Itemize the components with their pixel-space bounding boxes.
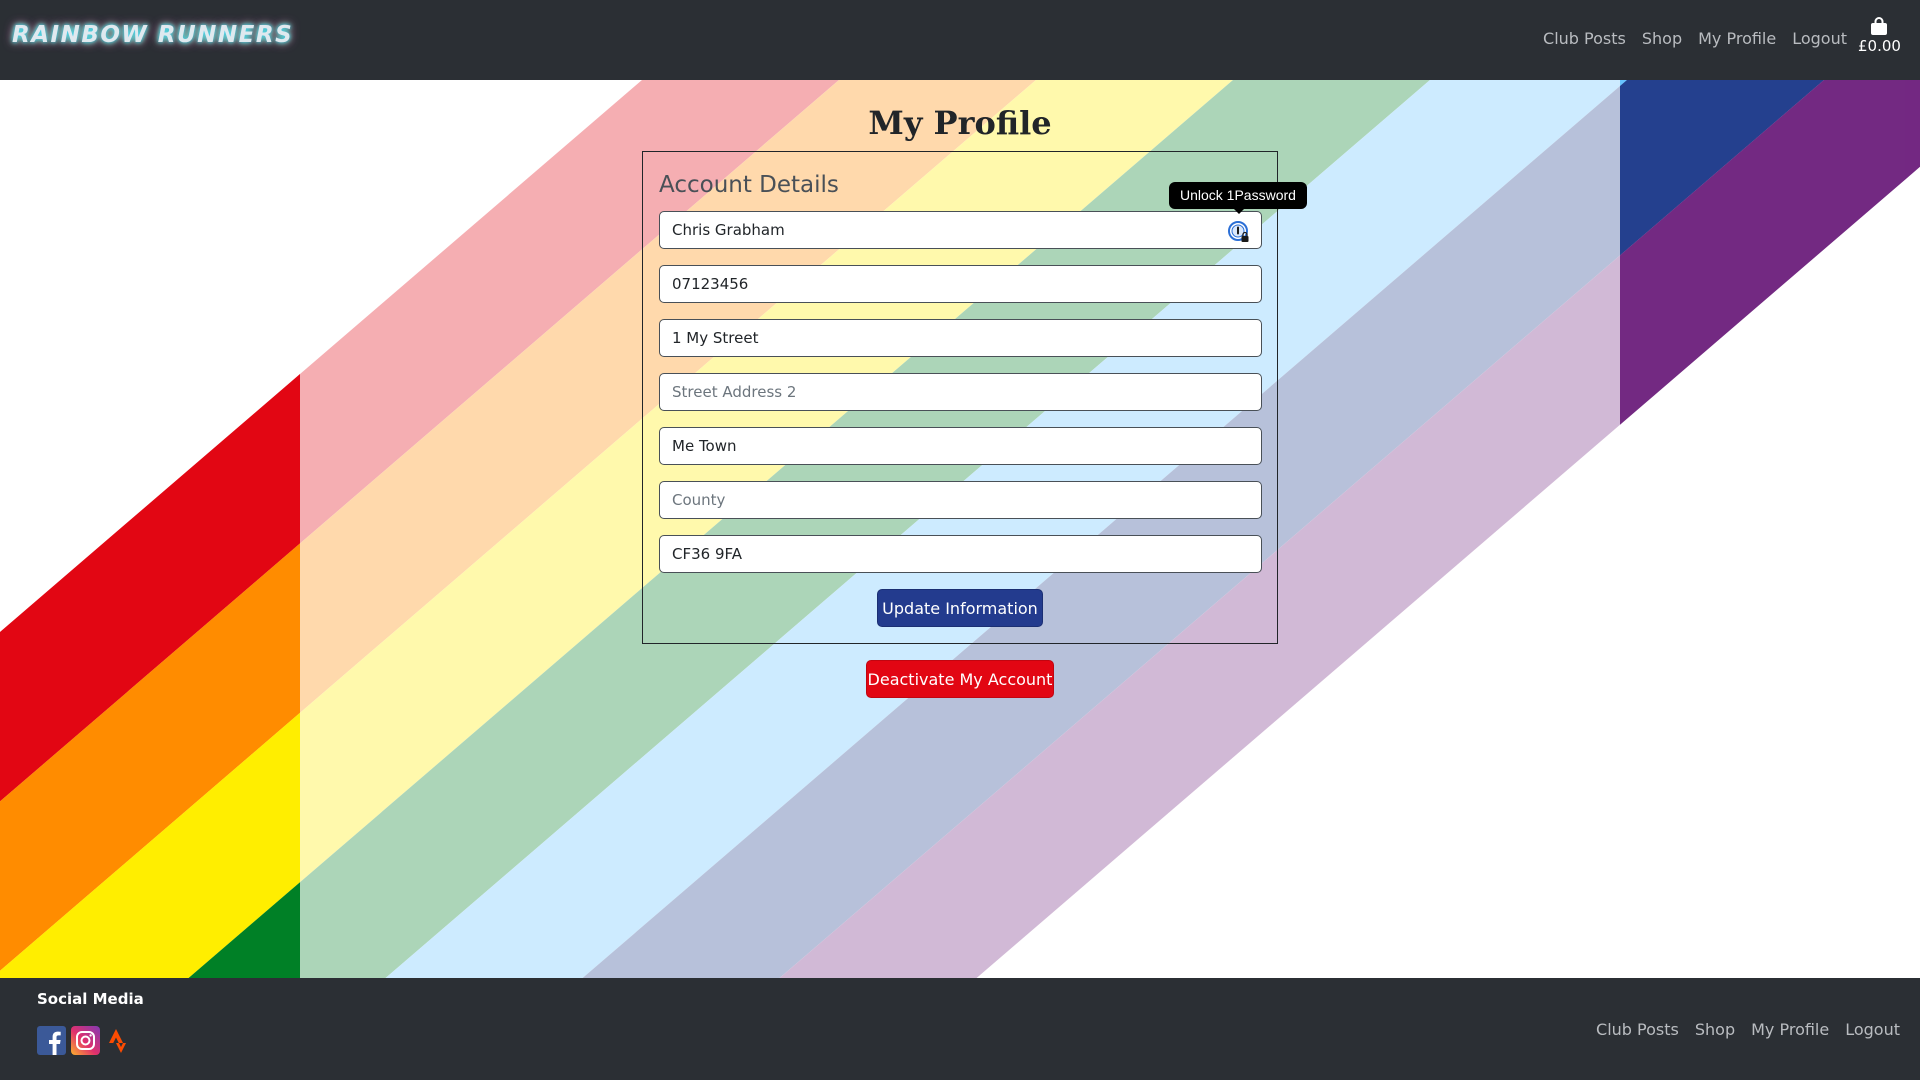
deactivate-account-button[interactable]: Deactivate My Account [866, 660, 1054, 698]
postcode-field[interactable] [659, 535, 1262, 573]
footer-nav-shop[interactable]: Shop [1695, 1020, 1735, 1039]
street-address-2-field[interactable] [659, 373, 1262, 411]
brand-logo[interactable]: RAINBOW RUNNERS [12, 22, 293, 48]
account-details-form: Account Details Unlock 1Password Update … [642, 151, 1307, 644]
1password-icon[interactable] [1227, 220, 1251, 244]
shopping-bag-icon [1871, 17, 1887, 35]
account-details-heading: Account Details [659, 172, 839, 198]
header-nav: Club Posts Shop My Profile Logout [1543, 29, 1847, 48]
update-information-button[interactable]: Update Information [877, 589, 1043, 627]
nav-logout[interactable]: Logout [1792, 29, 1847, 48]
street-address-1-field[interactable] [659, 319, 1262, 357]
town-or-city-field[interactable] [659, 427, 1262, 465]
social-media-heading: Social Media [37, 990, 144, 1008]
county-field[interactable] [659, 481, 1262, 519]
top-navbar: RAINBOW RUNNERS Club Posts Shop My Profi… [0, 0, 1920, 80]
nav-club-posts[interactable]: Club Posts [1543, 29, 1626, 48]
full-name-field[interactable] [659, 211, 1262, 249]
unlock-1password-tooltip: Unlock 1Password [1169, 182, 1307, 214]
social-icons [37, 1026, 134, 1055]
instagram-icon[interactable] [71, 1026, 100, 1055]
cart-button[interactable]: £0.00 [1858, 17, 1901, 55]
footer-nav-logout[interactable]: Logout [1845, 1020, 1900, 1039]
footer: Social Media Club Posts Shop My Profile … [0, 978, 1920, 1080]
footer-nav-my-profile[interactable]: My Profile [1751, 1020, 1829, 1039]
footer-nav: Club Posts Shop My Profile Logout [1596, 1020, 1900, 1039]
facebook-icon[interactable] [37, 1026, 66, 1055]
strava-icon[interactable] [105, 1026, 134, 1055]
nav-my-profile[interactable]: My Profile [1698, 29, 1776, 48]
page-title: My Profile [868, 104, 1052, 142]
phone-number-field[interactable] [659, 265, 1262, 303]
footer-nav-club-posts[interactable]: Club Posts [1596, 1020, 1679, 1039]
cart-total: £0.00 [1858, 37, 1901, 55]
nav-shop[interactable]: Shop [1642, 29, 1682, 48]
